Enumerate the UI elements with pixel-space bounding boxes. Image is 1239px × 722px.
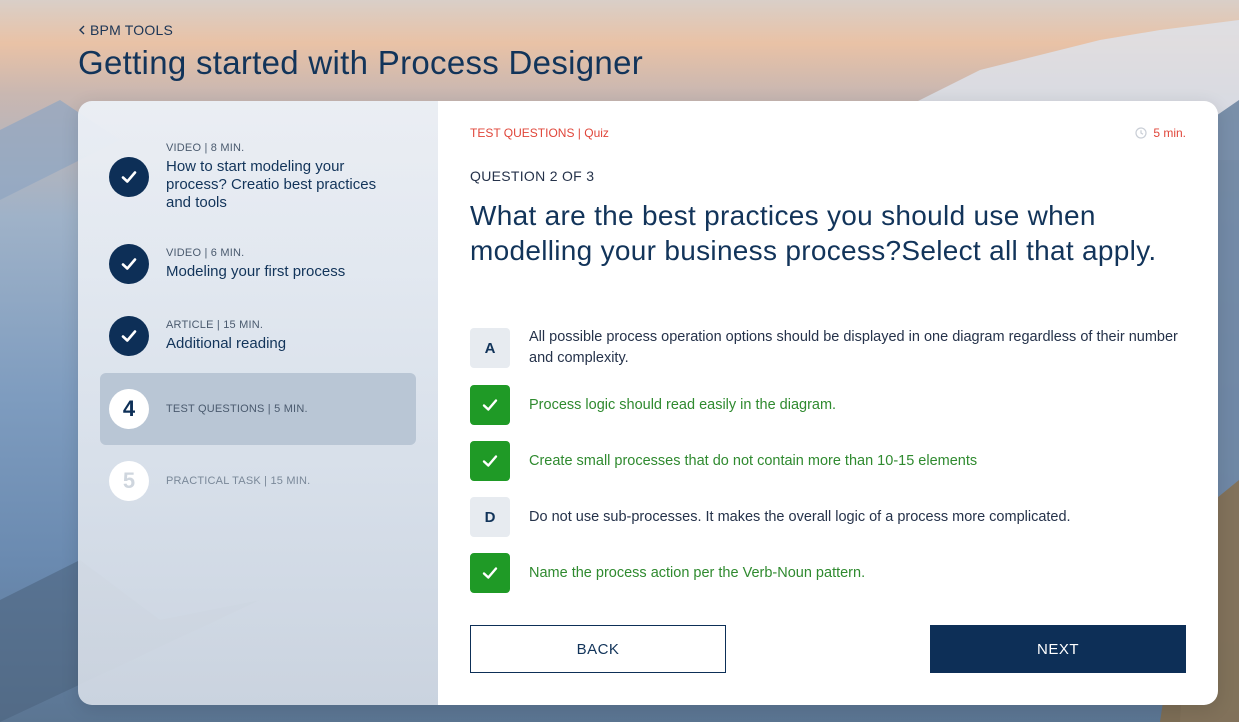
clock-icon bbox=[1135, 127, 1147, 139]
answer-option-b[interactable]: Process logic should read easily in the … bbox=[470, 385, 1186, 425]
next-button[interactable]: NEXT bbox=[930, 625, 1186, 673]
step-title: How to start modeling your process? Crea… bbox=[166, 158, 377, 211]
step-meta: ARTICLE | 15 MIN. bbox=[166, 319, 264, 331]
step-4-current[interactable]: 4 TEST QUESTIONS | 5 MIN. bbox=[100, 373, 416, 445]
quiz-breadcrumb: TEST QUESTIONS | Quiz bbox=[470, 126, 609, 140]
step-5-locked: 5 PRACTICAL TASK | 15 MIN. bbox=[100, 457, 416, 505]
page-title: Getting started with Process Designer bbox=[78, 44, 644, 81]
step-3[interactable]: ARTICLE | 15 MIN. Additional reading bbox=[100, 313, 416, 359]
question-counter: QUESTION 2 OF 3 bbox=[470, 168, 595, 184]
answer-text: Name the process action per the Verb-Nou… bbox=[529, 564, 866, 581]
step-title: Modeling your first process bbox=[166, 263, 346, 280]
back-button[interactable]: BACK bbox=[470, 625, 726, 673]
answer-text: All possible process operation options s… bbox=[529, 329, 1178, 366]
chevron-left-icon bbox=[79, 25, 85, 35]
step-meta: VIDEO | 8 MIN. bbox=[166, 142, 245, 154]
quiz-timer: 5 min. bbox=[1135, 126, 1186, 140]
answer-option-d[interactable]: D Do not use sub-processes. It makes the… bbox=[470, 497, 1186, 537]
answer-option-e[interactable]: Name the process action per the Verb-Nou… bbox=[470, 553, 1186, 593]
check-icon bbox=[482, 567, 498, 579]
answer-option-a[interactable]: A All possible process operation options… bbox=[470, 327, 1186, 369]
answer-text: Process logic should read easily in the … bbox=[529, 396, 837, 413]
answer-letter-box: D bbox=[470, 497, 510, 537]
back-link-label: BPM TOOLS bbox=[90, 22, 173, 38]
check-icon bbox=[121, 330, 137, 342]
step-2[interactable]: VIDEO | 6 MIN. Modeling your first proce… bbox=[100, 241, 416, 287]
step-completed-badge bbox=[109, 157, 149, 197]
answer-checkbox-checked bbox=[470, 553, 510, 593]
step-number-badge: 5 bbox=[109, 461, 149, 501]
step-completed-badge bbox=[109, 244, 149, 284]
check-icon bbox=[482, 399, 498, 411]
step-1[interactable]: VIDEO | 8 MIN. How to start modeling you… bbox=[100, 141, 416, 213]
answer-checkbox-checked bbox=[470, 441, 510, 481]
answer-text: Do not use sub-processes. It makes the o… bbox=[529, 508, 1071, 525]
step-number-badge: 4 bbox=[109, 389, 149, 429]
step-title: Additional reading bbox=[166, 335, 287, 352]
question-text: What are the best practices you should u… bbox=[470, 200, 1157, 266]
answer-checkbox-checked bbox=[470, 385, 510, 425]
answer-option-c[interactable]: Create small processes that do not conta… bbox=[470, 441, 1186, 481]
step-completed-badge bbox=[109, 316, 149, 356]
answer-letter-box: A bbox=[470, 328, 510, 368]
course-card: VIDEO | 8 MIN. How to start modeling you… bbox=[78, 101, 1218, 705]
check-icon bbox=[121, 258, 137, 270]
step-meta: VIDEO | 6 MIN. bbox=[166, 247, 245, 259]
course-steps-sidebar: VIDEO | 8 MIN. How to start modeling you… bbox=[78, 101, 438, 705]
step-meta: TEST QUESTIONS | 5 MIN. bbox=[166, 403, 308, 415]
answer-text: Create small processes that do not conta… bbox=[529, 452, 978, 469]
check-icon bbox=[482, 455, 498, 467]
back-to-bpm-tools-link[interactable]: BPM TOOLS bbox=[78, 22, 173, 38]
quiz-panel: TEST QUESTIONS | Quiz 5 min. QUESTION 2 … bbox=[438, 101, 1218, 705]
check-icon bbox=[121, 171, 137, 183]
step-meta: PRACTICAL TASK | 15 MIN. bbox=[166, 475, 311, 487]
timer-value: 5 min. bbox=[1153, 126, 1186, 140]
